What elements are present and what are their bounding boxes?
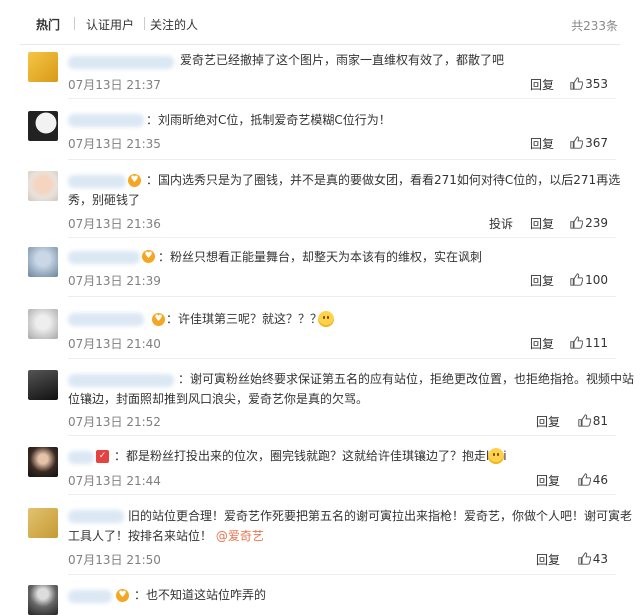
avatar[interactable] bbox=[28, 585, 58, 615]
like-button[interactable]: 43 bbox=[578, 552, 608, 566]
like-count: 43 bbox=[592, 552, 608, 566]
tab-divider bbox=[74, 17, 75, 30]
comment-time: 07月13日 21:39 bbox=[68, 274, 161, 288]
thumbs-up-icon bbox=[578, 473, 592, 486]
avatar[interactable] bbox=[28, 111, 58, 141]
comment-divider bbox=[68, 574, 616, 575]
mention-link[interactable]: @爱奇艺 bbox=[216, 529, 264, 543]
reply-button[interactable]: 回复 bbox=[530, 135, 554, 152]
comment-time: 07月13日 21:36 bbox=[68, 217, 161, 231]
comment-total: 共233条 bbox=[571, 19, 618, 33]
tab-hot[interactable]: 热门 bbox=[36, 16, 60, 33]
comment-text: ：谢可寅粉丝始终要求保证第五名的应有站位，拒绝更改位置，也拒绝指抢。视频中站 bbox=[178, 372, 635, 386]
comment-divider bbox=[68, 296, 616, 297]
username[interactable] bbox=[68, 374, 174, 387]
like-count: 239 bbox=[585, 216, 608, 230]
username[interactable] bbox=[68, 451, 94, 464]
like-button[interactable]: 100 bbox=[570, 273, 608, 287]
comment-time: 07月13日 21:50 bbox=[68, 553, 161, 567]
comment-tabs: 热门 认证用户 关注的人 共233条 bbox=[0, 0, 640, 46]
like-button[interactable]: 239 bbox=[570, 216, 608, 230]
comment-time: 07月13日 21:37 bbox=[68, 78, 161, 92]
like-count: 46 bbox=[592, 473, 608, 487]
username[interactable] bbox=[68, 175, 126, 188]
thumbs-up-icon bbox=[578, 552, 592, 565]
comment-divider bbox=[68, 358, 616, 359]
avatar[interactable] bbox=[28, 52, 58, 82]
comment-text-line2: 位镶边，封面照却推到风口浪尖，爱奇艺你是真的欠骂。 bbox=[68, 392, 369, 406]
thumbs-up-icon bbox=[570, 273, 584, 286]
thumbs-up-icon bbox=[578, 414, 592, 427]
thumbs-up-icon bbox=[570, 216, 584, 229]
comment-divider bbox=[68, 159, 616, 160]
vip-badge-icon: ♥ bbox=[128, 174, 141, 187]
like-button[interactable]: 353 bbox=[570, 77, 608, 91]
comment-time: 07月13日 21:35 bbox=[68, 137, 161, 151]
comment-divider bbox=[68, 237, 616, 238]
comment-text-part: 工具人了！按排名来站位！ bbox=[68, 529, 213, 543]
thumbs-up-icon bbox=[570, 77, 584, 90]
like-count: 111 bbox=[585, 336, 608, 350]
comment-time: 07月13日 21:52 bbox=[68, 415, 161, 429]
tab-verified[interactable]: 认证用户 bbox=[86, 16, 134, 33]
username[interactable] bbox=[68, 510, 124, 523]
avatar[interactable] bbox=[28, 247, 58, 277]
tabs-divider bbox=[20, 44, 620, 45]
verified-badge-icon: ✓ bbox=[96, 450, 109, 463]
reply-button[interactable]: 回复 bbox=[536, 413, 560, 430]
reply-button[interactable]: 回复 bbox=[536, 551, 560, 568]
reply-button[interactable]: 回复 bbox=[530, 335, 554, 352]
comment-text-line2: 工具人了！按排名来站位！ @爱奇艺 bbox=[68, 526, 264, 546]
like-button[interactable]: 81 bbox=[578, 414, 608, 428]
comment-text: ：刘雨昕绝对C位，抵制爱奇艺模糊C位行为！ bbox=[146, 113, 391, 127]
smile-emoji-icon bbox=[318, 311, 334, 327]
avatar[interactable] bbox=[28, 370, 58, 400]
avatar[interactable] bbox=[28, 508, 58, 538]
reply-button[interactable]: 回复 bbox=[536, 472, 560, 489]
vip-badge-icon: ♥ bbox=[116, 589, 129, 602]
username[interactable] bbox=[68, 56, 174, 69]
thumbs-up-icon bbox=[570, 136, 584, 149]
like-count: 81 bbox=[592, 414, 608, 428]
vip-badge-icon: ♥ bbox=[152, 313, 165, 326]
like-count: 367 bbox=[585, 136, 608, 150]
like-button[interactable]: 46 bbox=[578, 473, 608, 487]
comment-time: 07月13日 21:44 bbox=[68, 474, 161, 488]
thumbs-up-icon bbox=[570, 336, 584, 349]
comment-text: ：国内选秀只是为了圈钱，并不是真的要做女团，看看271如何对待C位的，以后271… bbox=[146, 173, 621, 187]
comment-text-line2: 秀，别砸钱了 bbox=[68, 193, 141, 207]
like-count: 100 bbox=[585, 273, 608, 287]
comment-text: ：许佳琪第三呢？就这？？？ bbox=[166, 312, 323, 326]
username[interactable] bbox=[68, 313, 144, 326]
report-button[interactable]: 投诉 bbox=[489, 215, 513, 232]
comment-divider bbox=[68, 494, 616, 495]
comment-text: ：粉丝只想看正能量舞台，却整天为本该有的维权，实在讽刺 bbox=[158, 250, 483, 264]
like-count: 353 bbox=[585, 77, 608, 91]
comment-divider bbox=[68, 435, 616, 436]
hug-emoji-icon bbox=[488, 448, 504, 464]
tab-divider bbox=[144, 17, 145, 30]
avatar[interactable] bbox=[28, 171, 58, 201]
reply-button[interactable]: 回复 bbox=[530, 215, 554, 232]
like-button[interactable]: 111 bbox=[570, 336, 608, 350]
tab-following[interactable]: 关注的人 bbox=[150, 16, 198, 33]
comment-divider bbox=[68, 98, 616, 99]
comment-text: ：都是粉丝打投出来的位次，圈完钱就跑？这就给许佳琪镶边了？抱走kiki bbox=[114, 449, 507, 463]
avatar[interactable] bbox=[28, 309, 58, 339]
like-button[interactable]: 367 bbox=[570, 136, 608, 150]
comment-text: ：也不知道这站位咋弄的 bbox=[134, 588, 267, 602]
comment-text: 旧的站位更合理！爱奇艺作死要把第五名的谢可寅拉出来指枪！爱奇艺，你做个人吧！谢可… bbox=[128, 509, 633, 523]
vip-badge-icon: ♥ bbox=[142, 250, 155, 263]
username[interactable] bbox=[68, 114, 144, 127]
reply-button[interactable]: 回复 bbox=[530, 76, 554, 93]
avatar[interactable] bbox=[28, 447, 58, 477]
reply-button[interactable]: 回复 bbox=[530, 272, 554, 289]
comment-text: 爱奇艺已经撤掉了这个图片，雨家一直维权有效了，都散了吧 bbox=[180, 53, 505, 67]
comment-time: 07月13日 21:40 bbox=[68, 337, 161, 351]
username[interactable] bbox=[68, 251, 140, 264]
username[interactable] bbox=[68, 590, 112, 603]
